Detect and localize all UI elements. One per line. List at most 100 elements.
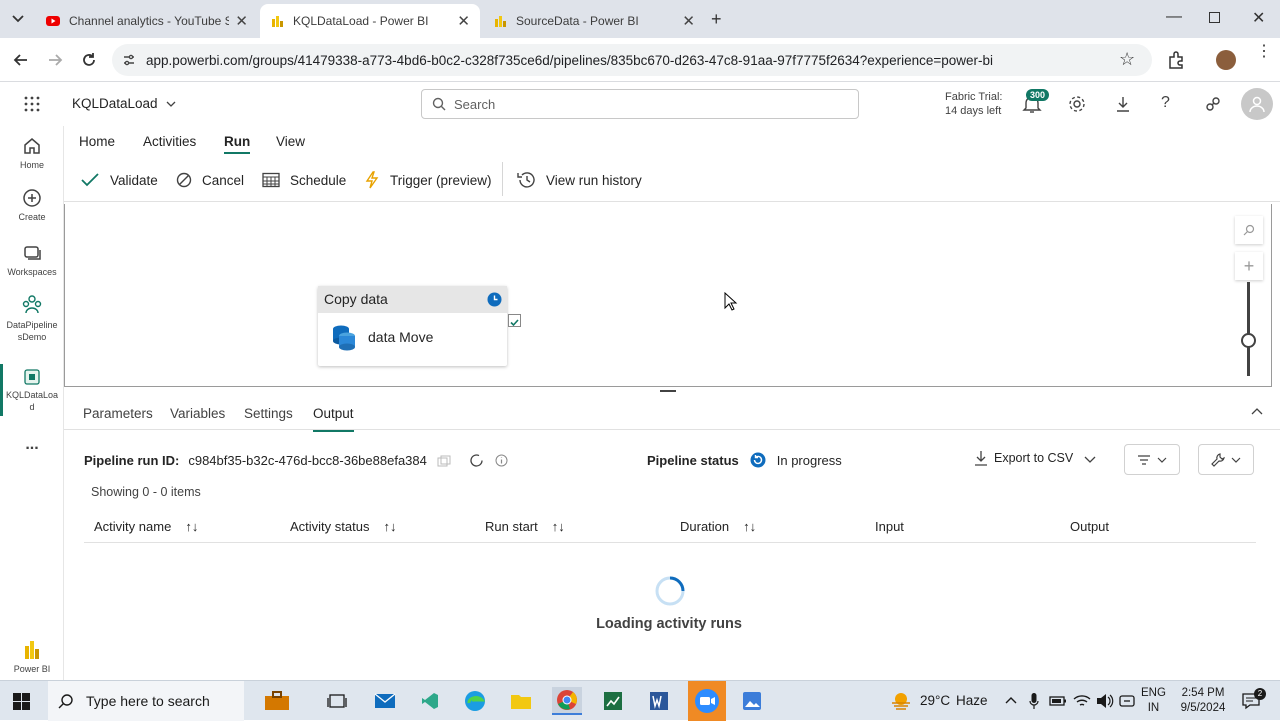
- browser-tab-youtube[interactable]: Channel analytics - YouTube St ✕: [36, 4, 258, 38]
- chevron-up-icon[interactable]: [1005, 695, 1017, 705]
- taskbar-photos[interactable]: [737, 687, 767, 715]
- weather-temperature[interactable]: 29°C: [920, 693, 950, 708]
- language-indicator[interactable]: ENG IN: [1141, 686, 1166, 716]
- search-input[interactable]: Search: [421, 89, 859, 119]
- zoom-slider-thumb[interactable]: [1241, 333, 1256, 348]
- taskbar-chrome[interactable]: [552, 687, 582, 715]
- taskbar-app-toolbox[interactable]: [262, 687, 292, 715]
- haze-weather-icon[interactable]: [890, 691, 912, 711]
- forward-icon[interactable]: [46, 51, 64, 69]
- copy-data-activity[interactable]: Copy data data Move: [318, 286, 507, 366]
- share-feedback-icon[interactable]: [1204, 95, 1222, 113]
- maximize-icon[interactable]: [1209, 12, 1220, 23]
- item-name-dropdown[interactable]: KQLDataLoad: [72, 96, 176, 111]
- left-navigation-rail: Home Create Workspaces DataPipeline sDem…: [0, 126, 64, 680]
- cancel-button[interactable]: Cancel: [176, 171, 244, 189]
- windows-start-icon[interactable]: [13, 693, 30, 710]
- search-icon: [58, 694, 73, 709]
- trigger-button[interactable]: Trigger (preview): [364, 171, 492, 189]
- tab-view[interactable]: View: [276, 134, 305, 149]
- zoom-in-icon[interactable]: +: [1235, 252, 1263, 280]
- filter-button[interactable]: [1124, 444, 1180, 475]
- column-run-start[interactable]: Run start ↑↓: [485, 519, 565, 534]
- taskbar-search-input[interactable]: Type here to search: [48, 681, 244, 721]
- close-tab-icon[interactable]: ✕: [682, 12, 695, 30]
- success-checkbox[interactable]: [508, 314, 521, 327]
- tab-output[interactable]: Output: [313, 406, 354, 432]
- tab-variables[interactable]: Variables: [170, 406, 225, 421]
- minimize-icon[interactable]: —: [1166, 8, 1182, 26]
- notifications-button[interactable]: 300: [1022, 89, 1050, 116]
- status-value: In progress: [776, 452, 842, 468]
- taskbar-vscode[interactable]: [415, 687, 445, 715]
- taskbar-word[interactable]: [644, 687, 674, 715]
- account-avatar[interactable]: [1241, 88, 1273, 120]
- rail-item-kqldataload[interactable]: KQLDataLoa d: [0, 368, 64, 413]
- tab-run[interactable]: Run: [224, 134, 251, 154]
- clock[interactable]: 2:54 PM 9/5/2024: [1172, 686, 1234, 716]
- column-label: Duration: [680, 519, 730, 534]
- zoom-slider-track[interactable]: [1247, 282, 1250, 376]
- site-settings-icon[interactable]: [122, 53, 136, 67]
- address-input[interactable]: app.powerbi.com/groups/41479338-a773-4bd…: [112, 44, 1152, 76]
- column-activity-status[interactable]: Activity status ↑↓: [290, 519, 396, 534]
- back-icon[interactable]: [12, 51, 30, 69]
- column-options-button[interactable]: [1198, 444, 1254, 475]
- browser-tab-kqldataload[interactable]: KQLDataLoad - Power BI ✕: [260, 4, 480, 38]
- close-tab-icon[interactable]: ✕: [457, 12, 470, 30]
- checkmark-icon: [510, 319, 519, 327]
- chevron-down-icon[interactable]: [1084, 454, 1096, 464]
- microphone-icon[interactable]: [1029, 692, 1039, 710]
- close-tab-icon[interactable]: ✕: [235, 12, 248, 30]
- info-icon[interactable]: [495, 454, 508, 467]
- more-options-icon[interactable]: ...: [0, 436, 64, 454]
- browser-tab-sourcedata[interactable]: SourceData - Power BI ✕: [483, 4, 705, 38]
- rail-item-create[interactable]: Create: [0, 188, 64, 223]
- taskbar-zoom[interactable]: [688, 681, 726, 721]
- export-to-csv-button[interactable]: Export to CSV: [974, 450, 1073, 466]
- volume-icon[interactable]: [1096, 693, 1114, 709]
- zoom-to-fit-button[interactable]: [1235, 216, 1263, 244]
- gear-icon[interactable]: [1068, 95, 1086, 113]
- help-icon[interactable]: ?: [1161, 94, 1170, 112]
- tab-home[interactable]: Home: [79, 134, 115, 149]
- rail-item-home[interactable]: Home: [0, 136, 64, 171]
- trial-status[interactable]: Fabric Trial: 14 days left: [945, 90, 1002, 118]
- column-activity-name[interactable]: Activity name ↑↓: [94, 519, 198, 534]
- search-placeholder: Search: [454, 96, 496, 112]
- app-launcher-icon[interactable]: [24, 96, 40, 112]
- new-tab-icon[interactable]: +: [711, 9, 722, 30]
- rail-item-powerbi[interactable]: Power BI: [0, 638, 64, 675]
- view-run-history-button[interactable]: View run history: [516, 171, 642, 189]
- link-icon[interactable]: [1119, 693, 1135, 709]
- rail-item-label: Home: [19, 160, 44, 170]
- weather-condition[interactable]: Haze: [956, 693, 988, 708]
- copy-icon[interactable]: [437, 455, 451, 467]
- wifi-icon[interactable]: [1073, 693, 1091, 709]
- close-window-icon[interactable]: ✕: [1252, 8, 1265, 28]
- tab-search-button[interactable]: [8, 10, 28, 28]
- download-icon[interactable]: [1114, 95, 1132, 113]
- taskbar-file-explorer[interactable]: [506, 687, 536, 715]
- taskbar-edge[interactable]: [460, 687, 490, 715]
- profile-avatar[interactable]: [1216, 50, 1236, 70]
- tab-settings[interactable]: Settings: [244, 406, 293, 421]
- taskbar-excel-chart[interactable]: [598, 687, 628, 715]
- rail-item-workspaces[interactable]: Workspaces: [0, 243, 64, 278]
- validate-button[interactable]: Validate: [80, 171, 158, 189]
- battery-plug-icon[interactable]: [1049, 694, 1067, 708]
- rail-item-datapipelinesdemo[interactable]: DataPipeline sDemo: [0, 294, 64, 343]
- collapse-panel-icon[interactable]: [1251, 407, 1263, 417]
- schedule-button[interactable]: Schedule: [262, 171, 346, 189]
- column-duration[interactable]: Duration ↑↓: [680, 519, 756, 534]
- tab-activities[interactable]: Activities: [143, 134, 196, 149]
- browser-menu-icon[interactable]: ⋮: [1256, 44, 1272, 60]
- reload-icon[interactable]: [80, 51, 98, 69]
- taskbar-mail[interactable]: [370, 687, 400, 715]
- pipeline-canvas[interactable]: [64, 204, 1272, 387]
- extensions-icon[interactable]: [1166, 50, 1186, 70]
- tab-parameters[interactable]: Parameters: [83, 406, 153, 421]
- taskbar-task-view[interactable]: [322, 687, 352, 715]
- bookmark-star-icon[interactable]: ☆: [1119, 49, 1135, 70]
- refresh-icon[interactable]: [468, 452, 485, 469]
